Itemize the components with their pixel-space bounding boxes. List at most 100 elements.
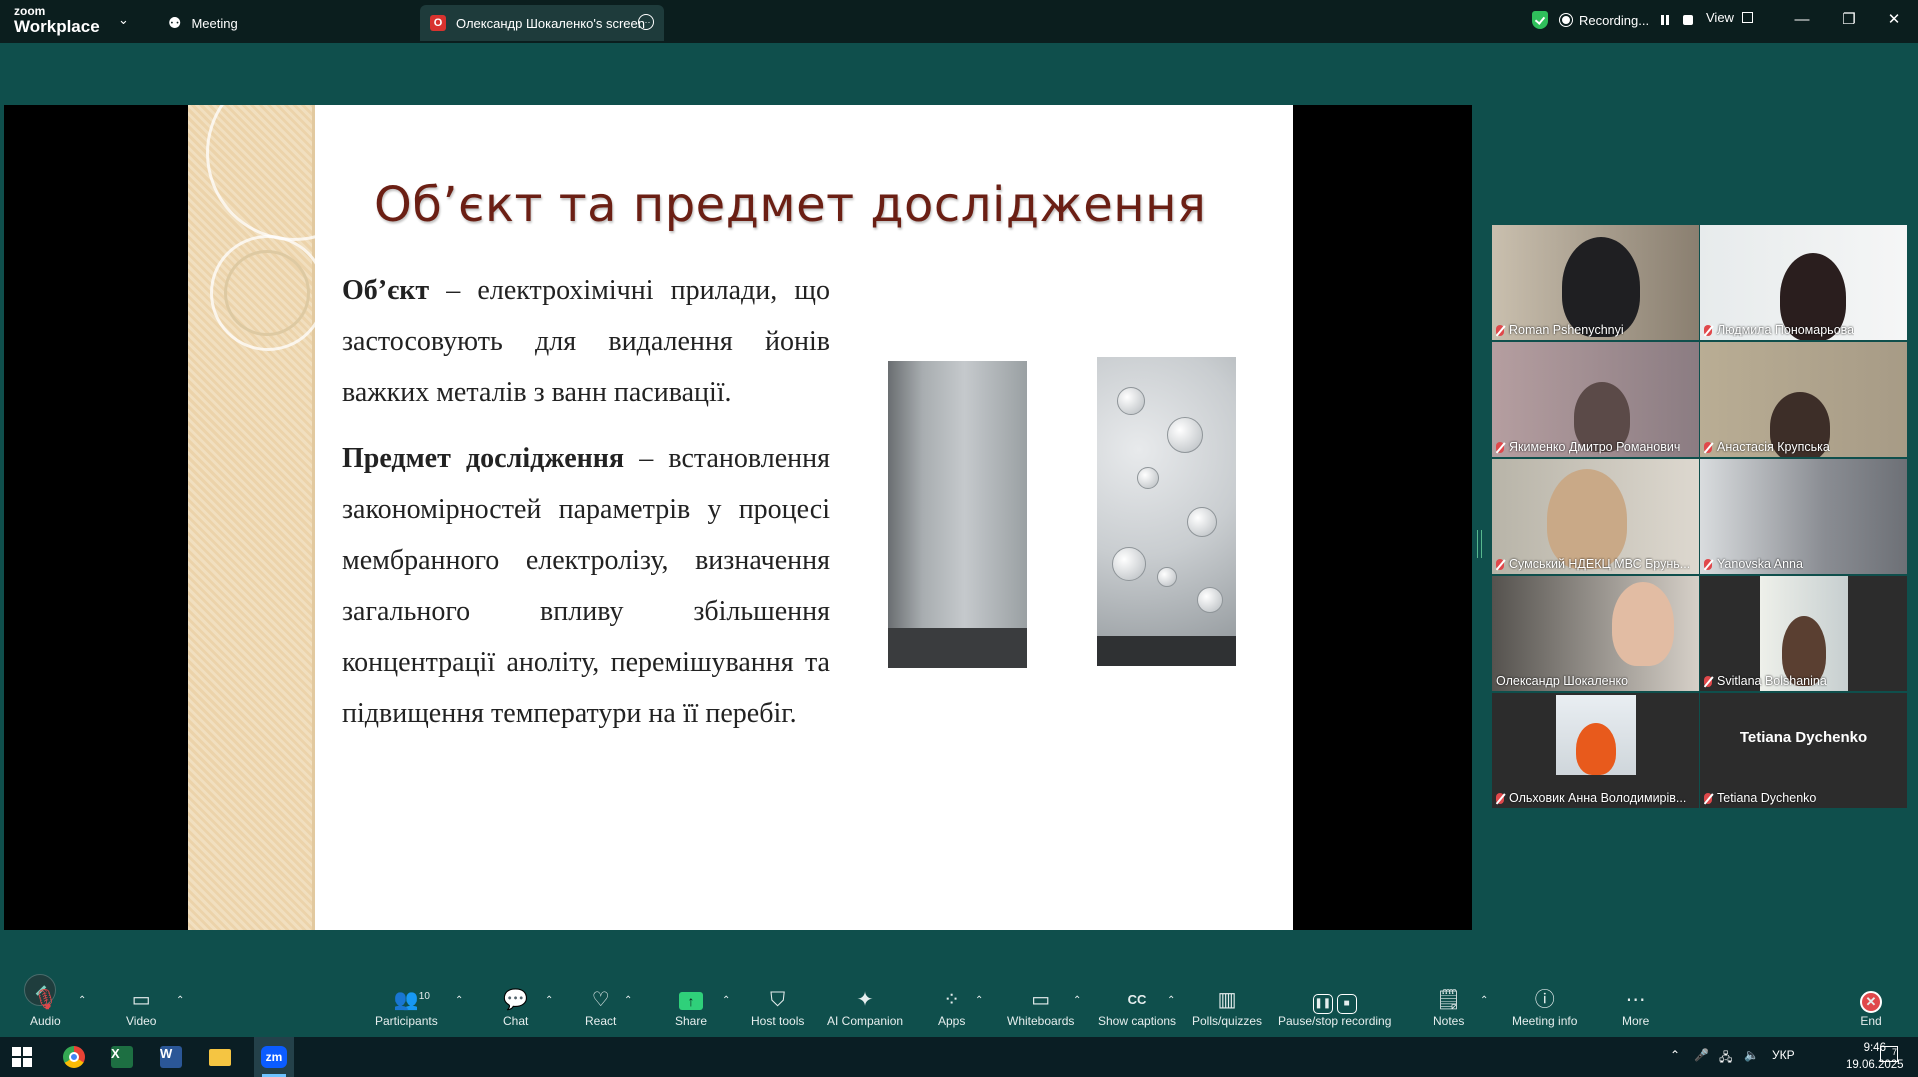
video-tile[interactable]: Анастасія Крупська [1700, 342, 1907, 457]
start-button[interactable] [8, 1043, 36, 1071]
meeting-info-button[interactable]: ⓘ Meeting info [1512, 989, 1577, 1028]
object-paragraph: Об’єкт – електрохімічні прилади, що заст… [342, 265, 830, 418]
apps-button[interactable]: ⁘ Apps [938, 989, 965, 1028]
participant-silhouette [1576, 723, 1616, 775]
object-term: Об’єкт [342, 275, 430, 306]
pause-recording-icon[interactable] [1658, 13, 1672, 27]
decorative-circle [206, 105, 382, 241]
file-explorer-taskbar-icon[interactable] [206, 1043, 234, 1071]
video-tile[interactable]: Якименко Дмитро Романович [1492, 342, 1699, 457]
recording-label: Recording... [1579, 12, 1650, 28]
video-tile[interactable]: Svitlana Bolshanina [1700, 576, 1907, 691]
network-icon[interactable]: 🖧 [1719, 1048, 1732, 1069]
apps-options-caret[interactable]: ⌃ [975, 995, 983, 1006]
audio-button[interactable]: 🎙 Audio [30, 989, 61, 1028]
participant-name: Людмила Пономарьова [1704, 323, 1854, 337]
zoom-taskbar-icon[interactable]: zm [254, 1037, 294, 1077]
subject-paragraph: Предмет дослідження – встановлення закон… [342, 433, 830, 739]
chat-label: Chat [503, 1014, 529, 1028]
participants-gallery: Roman Pshenychnyi Людмила Пономарьова Як… [1492, 225, 1910, 810]
view-button[interactable]: View [1706, 10, 1753, 25]
mic-muted-icon [1496, 441, 1504, 453]
host-tools-button[interactable]: ⛉ Host tools [751, 989, 804, 1028]
mic-muted-icon [1704, 324, 1712, 336]
notes-options-caret[interactable]: ⌃ [1480, 995, 1488, 1006]
share-options-caret[interactable]: ⌃ [722, 995, 730, 1006]
windows-logo-icon [12, 1047, 32, 1067]
react-label: React [585, 1014, 617, 1028]
bubble [1117, 387, 1145, 415]
more-button[interactable]: ⋯ More [1622, 989, 1649, 1028]
participants-button[interactable]: 👥 10 Participants [375, 989, 438, 1028]
windows-taskbar: X W zm ⌃ 🎤 🖧 🔈 УКР 9:46 19.06.2025 7 [0, 1037, 1918, 1077]
video-tile[interactable]: Yanovska Anna [1700, 459, 1907, 574]
word-taskbar-icon[interactable]: W [157, 1043, 185, 1071]
video-options-caret[interactable]: ⌃ [176, 995, 184, 1006]
participant-name-text: Олександр Шокаленко [1496, 674, 1629, 688]
logo-workplace-text: Workplace [14, 17, 100, 36]
video-tile[interactable]: Людмила Пономарьова [1700, 225, 1907, 340]
electrode-photo-after [1097, 357, 1236, 666]
video-button[interactable]: ▭ Video [126, 989, 156, 1028]
whiteboards-options-caret[interactable]: ⌃ [1073, 995, 1081, 1006]
microphone-tray-icon[interactable]: 🎤 [1694, 1048, 1709, 1062]
tab-meeting[interactable]: ⚉ Meeting [168, 5, 238, 41]
title-bar: zoom Workplace ⌄ ⚉ Meeting О Олександр Ш… [0, 0, 1918, 43]
ai-companion-button[interactable]: ✦ AI Companion [827, 989, 903, 1028]
notifications-icon[interactable]: 7 [1880, 1046, 1898, 1062]
stop-recording-icon[interactable] [1681, 13, 1695, 27]
recording-dot-icon [1560, 14, 1572, 26]
video-tile[interactable]: Roman Pshenychnyi [1492, 225, 1699, 340]
share-button[interactable]: ↑ Share [675, 989, 707, 1028]
react-button[interactable]: ♡ React [585, 989, 616, 1028]
pause-stop-recording-label: Pause/stop recording [1278, 1014, 1392, 1028]
meeting-info-label: Meeting info [1512, 1014, 1578, 1028]
minimize-button[interactable]: — [1785, 6, 1819, 34]
excel-taskbar-icon[interactable]: X [108, 1043, 136, 1071]
show-captions-button[interactable]: CC Show captions [1098, 989, 1176, 1028]
meeting-icon: ⚉ [168, 15, 182, 32]
word-icon: W [160, 1046, 182, 1068]
participant-silhouette [1612, 582, 1674, 666]
bubble [1187, 507, 1217, 537]
react-options-caret[interactable]: ⌃ [624, 995, 632, 1006]
captions-options-caret[interactable]: ⌃ [1167, 995, 1175, 1006]
more-options-icon[interactable]: ··· [638, 14, 654, 30]
tab-shared-screen[interactable]: О Олександр Шокаленко's screen ··· [420, 5, 664, 41]
restore-button[interactable]: ❐ [1832, 6, 1866, 34]
notes-label: Notes [1433, 1014, 1465, 1028]
polls-button[interactable]: ▥ Polls/quizzes [1192, 989, 1262, 1028]
notes-button[interactable]: 🗒 Notes [1433, 989, 1464, 1028]
panel-resize-handle[interactable] [1477, 530, 1482, 558]
end-button[interactable]: ✕ End [1860, 989, 1882, 1028]
chat-button[interactable]: 💬 Chat [503, 989, 528, 1028]
video-tile[interactable]: Ольховик Анна Володимирів... [1492, 693, 1699, 808]
decorative-circle [224, 250, 310, 336]
volume-icon[interactable]: 🔈 [1744, 1048, 1759, 1062]
security-shield-icon[interactable] [1532, 11, 1548, 29]
show-hidden-icons-chevron[interactable]: ⌃ [1670, 1048, 1680, 1062]
video-tile-active-speaker[interactable]: Олександр Шокаленко [1492, 576, 1699, 691]
chat-options-caret[interactable]: ⌃ [545, 995, 553, 1006]
close-button[interactable]: ✕ [1877, 6, 1911, 34]
video-tile[interactable]: Сумський НДЕКЦ МВС Брунь... [1492, 459, 1699, 574]
more-label: More [1622, 1014, 1650, 1028]
input-language[interactable]: УКР [1772, 1048, 1795, 1062]
bubble [1137, 467, 1159, 489]
whiteboards-button[interactable]: ▭ Whiteboards [1007, 989, 1074, 1028]
chrome-taskbar-icon[interactable] [60, 1043, 88, 1071]
video-camera-icon: ▭ [131, 989, 151, 1011]
chevron-down-icon[interactable]: ⌄ [118, 12, 129, 28]
audio-options-caret[interactable]: ⌃ [78, 995, 86, 1006]
electrode-photo-before [888, 361, 1027, 668]
participant-name: Tetiana Dychenko [1704, 791, 1816, 805]
video-tile-no-video[interactable]: Tetiana Dychenko Tetiana Dychenko [1700, 693, 1907, 808]
mic-muted-icon [1704, 441, 1712, 453]
pause-stop-recording-button[interactable]: ❚❚ ■ Pause/stop recording [1278, 989, 1391, 1028]
participants-count: 10 [418, 991, 430, 1002]
share-label: Share [675, 1014, 708, 1028]
excel-icon: X [111, 1046, 133, 1068]
participant-name: Ольховик Анна Володимирів... [1496, 791, 1686, 805]
mic-muted-icon [1496, 324, 1504, 336]
participants-options-caret[interactable]: ⌃ [455, 995, 463, 1006]
